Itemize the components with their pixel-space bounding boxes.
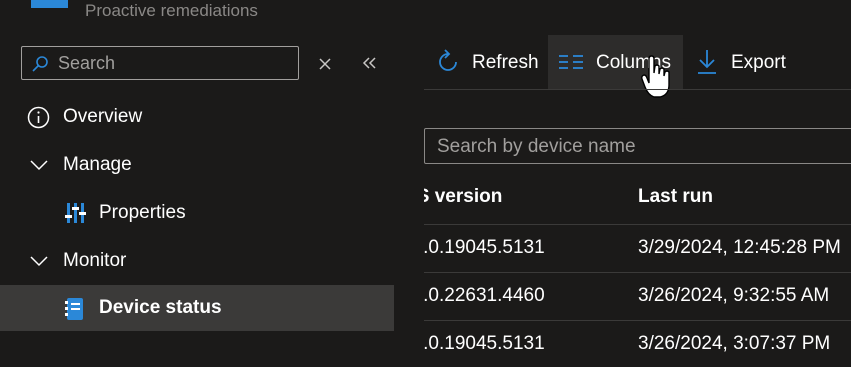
os-version-cell: 10.0.19045.5131: [424, 237, 545, 258]
sidebar-group-manage[interactable]: Manage: [0, 142, 394, 188]
sidebar-group-monitor[interactable]: Monitor: [0, 238, 394, 284]
os-version-cell: 10.0.22631.4460: [424, 285, 545, 306]
last-run-cell: 3/26/2024, 3:07:37 PM: [638, 333, 831, 354]
device-status-table: OS version Last run 10.0.19045.5131 3/29…: [424, 0, 851, 367]
column-header-last-run[interactable]: Last run: [638, 186, 713, 208]
sidebar-item-label: Overview: [63, 106, 143, 127]
page-subtitle: Proactive remediations: [85, 1, 258, 20]
table-row[interactable]: 10.0.19045.5131 3/26/2024, 3:07:37 PM: [424, 320, 851, 367]
sidebar-item-label: Device status: [99, 297, 222, 318]
table-row[interactable]: 10.0.19045.5131 3/29/2024, 12:45:28 PM: [424, 224, 851, 273]
last-run-cell: 3/26/2024, 9:32:55 AM: [638, 285, 830, 306]
app-logo: [31, 0, 68, 8]
sidebar-search-input[interactable]: Search: [21, 46, 299, 80]
collapse-sidebar-button[interactable]: [360, 53, 380, 73]
device-status-icon: [65, 298, 83, 320]
sidebar-item-label: Manage: [63, 154, 132, 175]
sidebar-item-label: Monitor: [63, 250, 127, 271]
search-icon: [32, 56, 48, 72]
sidebar-item-device-status[interactable]: Device status: [0, 285, 394, 331]
chevron-down-icon: [30, 160, 48, 171]
column-header-os-version[interactable]: OS version: [424, 186, 502, 208]
last-run-cell: 3/29/2024, 12:45:28 PM: [638, 237, 841, 258]
table-row[interactable]: 10.0.22631.4460 3/26/2024, 9:32:55 AM: [424, 272, 851, 321]
clear-search-button[interactable]: [315, 53, 335, 73]
properties-icon: [65, 203, 86, 223]
sidebar-item-overview[interactable]: Overview: [0, 94, 394, 140]
sidebar-item-properties[interactable]: Properties: [0, 190, 394, 236]
os-version-cell: 10.0.19045.5131: [424, 333, 545, 354]
chevron-down-icon: [30, 256, 48, 267]
info-icon: [27, 106, 50, 129]
sidebar-item-label: Properties: [99, 202, 186, 223]
search-placeholder: Search: [58, 53, 116, 73]
